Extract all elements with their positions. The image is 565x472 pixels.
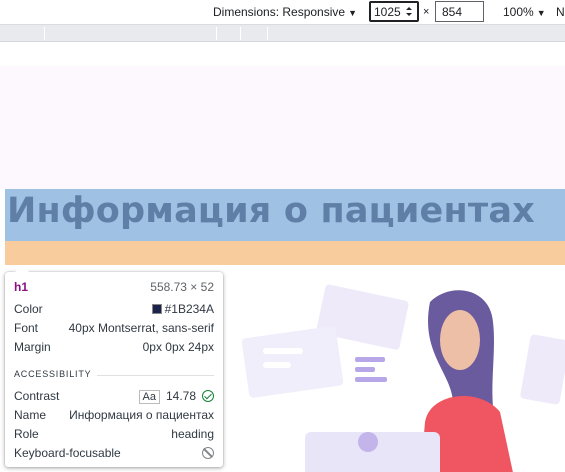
media-query-ruler[interactable]: [0, 25, 565, 42]
caret-down-icon: ▼: [348, 8, 357, 18]
name-value: Информация о пациентах: [69, 408, 214, 422]
tooltip-arrow: [15, 265, 29, 272]
color-label: Color: [14, 302, 43, 316]
device-toolbar: Dimensions: Responsive ▼ 1025 × 854 100% ▼…: [0, 0, 565, 25]
ruler-divider: [216, 27, 217, 40]
contrast-aa-badge: Aa: [138, 390, 160, 404]
accessibility-section-title: ACCESSIBILITY: [14, 369, 92, 379]
dimensions-dropdown[interactable]: Dimensions: Responsive ▼: [213, 5, 357, 19]
zoom-dropdown[interactable]: 100% ▼: [503, 5, 546, 19]
height-value: 854: [442, 5, 463, 19]
section-divider: [97, 375, 214, 376]
element-size: 558.73 × 52: [150, 280, 214, 294]
no-focus-icon: [202, 447, 214, 459]
caret-down-icon: ▼: [536, 8, 546, 18]
role-row: Role heading: [14, 427, 214, 443]
ruler-divider: [44, 27, 45, 40]
check-circle-icon: [202, 390, 214, 402]
contrast-value: 14.78: [165, 389, 196, 403]
times-symbol: ×: [423, 6, 430, 18]
color-row: Color #1B234A: [14, 302, 214, 318]
role-label: Role: [14, 427, 39, 441]
inspect-tooltip: h1 558.73 × 52 Color #1B234A Font 40px M…: [5, 265, 223, 467]
dimensions-label: Dimensions: Responsive: [213, 5, 346, 19]
margin-row: Margin 0px 0px 24px: [14, 340, 214, 356]
width-value: 1025: [374, 5, 401, 19]
focus-row: Keyboard-focusable: [14, 446, 214, 462]
heading-margin-highlight: [5, 241, 565, 265]
contrast-label: Contrast: [14, 389, 60, 403]
zoom-label: 100%: [503, 5, 534, 19]
margin-label: Margin: [14, 340, 51, 354]
patient-illustration: [241, 284, 565, 472]
spinner-icon[interactable]: [404, 5, 414, 18]
role-value: heading: [171, 427, 214, 441]
tooltip-header: h1 558.73 × 52: [14, 280, 214, 296]
element-tag: h1: [14, 280, 29, 294]
header-band: [0, 66, 565, 189]
margin-value: 0px 0px 24px: [142, 340, 214, 354]
font-value: 40px Montserrat, sans-serif: [68, 321, 214, 335]
name-label: Name: [14, 408, 47, 422]
color-value: #1B234A: [164, 302, 214, 316]
more-label[interactable]: N: [556, 5, 565, 19]
contrast-row: Contrast Aa 14.78: [14, 389, 214, 405]
ruler-divider: [240, 27, 241, 40]
name-row: Name Информация о пациентах: [14, 408, 214, 424]
height-input[interactable]: 854: [435, 1, 484, 22]
font-row: Font 40px Montserrat, sans-serif: [14, 321, 214, 337]
ruler-divider: [267, 27, 268, 40]
font-label: Font: [14, 321, 39, 335]
width-input[interactable]: 1025: [369, 1, 419, 22]
keyboard-focusable-label: Keyboard-focusable: [14, 446, 121, 460]
page-title: Информация о пациентах: [7, 191, 535, 231]
color-swatch: [151, 304, 162, 314]
